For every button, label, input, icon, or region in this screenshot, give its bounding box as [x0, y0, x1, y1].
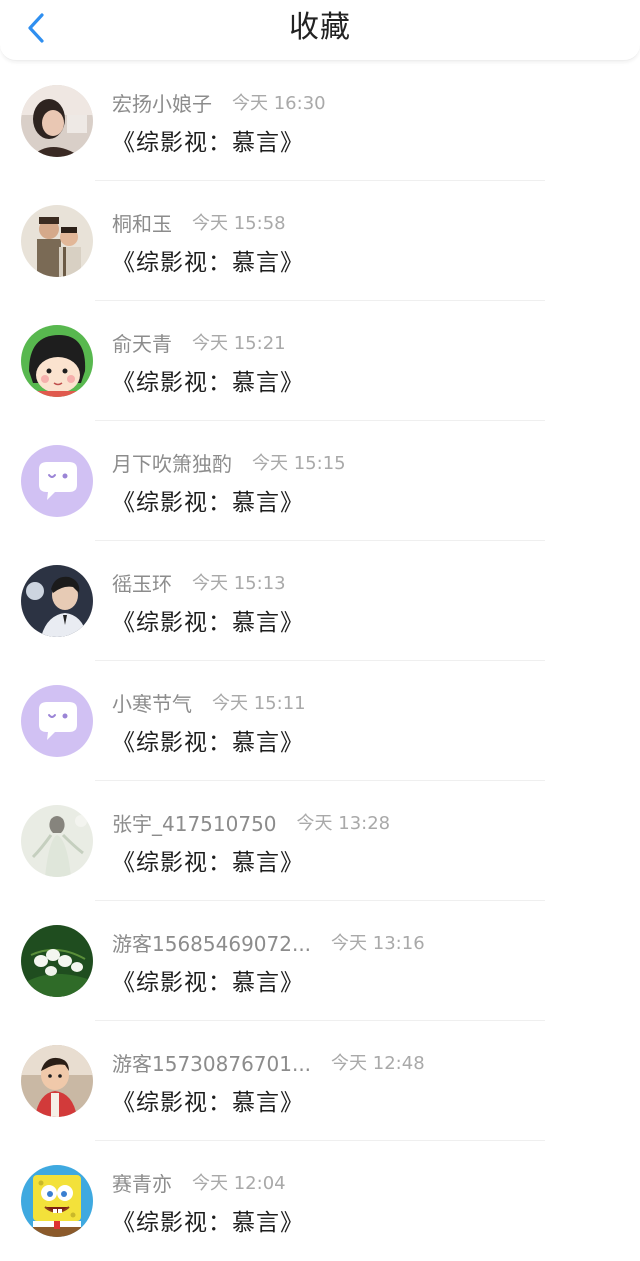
item-meta: 俞天青 今天 15:21	[112, 327, 286, 357]
item-meta: 桐和玉 今天 15:58	[112, 207, 286, 237]
list-item[interactable]: 赛青亦 今天 12:04 《综影视：慕言》	[0, 1141, 640, 1261]
book-title[interactable]: 《综影视：慕言》	[112, 1203, 304, 1237]
avatar-photo-child	[21, 1045, 93, 1117]
list-item[interactable]: 桐和玉 今天 15:58 《综影视：慕言》	[0, 181, 640, 301]
username[interactable]: 小寒节气	[112, 688, 192, 717]
username[interactable]: 月下吹箫独酌	[112, 448, 232, 477]
username[interactable]: 桐和玉	[112, 208, 172, 237]
avatar[interactable]	[21, 325, 93, 397]
avatar-illustration-figure	[21, 805, 93, 877]
item-meta: 游客15730876701... 今天 12:48	[112, 1047, 425, 1077]
item-meta: 月下吹箫独酌 今天 15:15	[112, 447, 346, 477]
book-title[interactable]: 《综影视：慕言》	[112, 243, 304, 277]
avatar[interactable]	[21, 565, 93, 637]
book-title[interactable]: 《综影视：慕言》	[112, 603, 304, 637]
favorites-list: 宏扬小娘子 今天 16:30 《综影视：慕言》 桐和玉 今天 15:58 《综影…	[0, 61, 640, 1261]
book-title[interactable]: 《综影视：慕言》	[112, 483, 304, 517]
avatar-photo-two-people	[21, 205, 93, 277]
avatar[interactable]	[21, 445, 93, 517]
avatar-default-chat-bubble	[21, 685, 93, 757]
username[interactable]: 赛青亦	[112, 1168, 172, 1197]
avatar[interactable]	[21, 85, 93, 157]
avatar[interactable]	[21, 1165, 93, 1237]
timestamp: 今天 13:16	[331, 933, 425, 954]
timestamp: 今天 12:04	[192, 1173, 286, 1194]
list-item[interactable]: 张宇_417510750 今天 13:28 《综影视：慕言》	[0, 781, 640, 901]
avatar[interactable]	[21, 1045, 93, 1117]
avatar[interactable]	[21, 685, 93, 757]
item-meta: 宏扬小娘子 今天 16:30	[112, 87, 326, 117]
timestamp: 今天 16:30	[232, 93, 326, 114]
book-title[interactable]: 《综影视：慕言》	[112, 363, 304, 397]
book-title[interactable]: 《综影视：慕言》	[112, 1083, 304, 1117]
list-item[interactable]: 宏扬小娘子 今天 16:30 《综影视：慕言》	[0, 61, 640, 181]
timestamp: 今天 15:13	[192, 573, 286, 594]
timestamp: 今天 12:48	[331, 1053, 425, 1074]
item-meta: 徭玉环 今天 15:13	[112, 567, 286, 597]
avatar[interactable]	[21, 925, 93, 997]
username[interactable]: 张宇_417510750	[112, 808, 277, 837]
avatar-default-chat-bubble	[21, 445, 93, 517]
timestamp: 今天 15:11	[212, 693, 306, 714]
timestamp: 今天 15:15	[252, 453, 346, 474]
username[interactable]: 徭玉环	[112, 568, 172, 597]
book-title[interactable]: 《综影视：慕言》	[112, 843, 304, 877]
list-item[interactable]: 小寒节气 今天 15:11 《综影视：慕言》	[0, 661, 640, 781]
timestamp: 今天 13:28	[296, 813, 391, 834]
list-item[interactable]: 游客15730876701... 今天 12:48 《综影视：慕言》	[0, 1021, 640, 1141]
username[interactable]: 俞天青	[112, 328, 172, 357]
avatar-cartoon-girl	[21, 325, 93, 397]
item-meta: 赛青亦 今天 12:04	[112, 1167, 286, 1197]
page-title: 收藏	[289, 10, 351, 45]
avatar-photo-girl	[21, 85, 93, 157]
avatar-photo-boy	[21, 565, 93, 637]
avatar-cartoon-sponge	[21, 1165, 93, 1237]
timestamp: 今天 15:58	[192, 213, 286, 234]
timestamp: 今天 15:21	[192, 333, 286, 354]
list-item[interactable]: 徭玉环 今天 15:13 《综影视：慕言》	[0, 541, 640, 661]
username[interactable]: 宏扬小娘子	[112, 88, 212, 117]
avatar[interactable]	[21, 805, 93, 877]
book-title[interactable]: 《综影视：慕言》	[112, 963, 304, 997]
book-title[interactable]: 《综影视：慕言》	[112, 723, 304, 757]
list-item[interactable]: 俞天青 今天 15:21 《综影视：慕言》	[0, 301, 640, 421]
top-bar: 收藏	[0, 0, 640, 61]
avatar-lily-of-the-valley	[21, 925, 93, 997]
avatar[interactable]	[21, 205, 93, 277]
item-meta: 小寒节气 今天 15:11	[112, 687, 306, 717]
list-item[interactable]: 月下吹箫独酌 今天 15:15 《综影视：慕言》	[0, 421, 640, 541]
item-meta: 游客15685469072... 今天 13:16	[112, 927, 425, 957]
item-meta: 张宇_417510750 今天 13:28	[112, 807, 390, 837]
list-item[interactable]: 游客15685469072... 今天 13:16 《综影视：慕言》	[0, 901, 640, 1021]
username[interactable]: 游客15685469072...	[112, 928, 311, 957]
book-title[interactable]: 《综影视：慕言》	[112, 123, 304, 157]
username[interactable]: 游客15730876701...	[112, 1048, 311, 1077]
